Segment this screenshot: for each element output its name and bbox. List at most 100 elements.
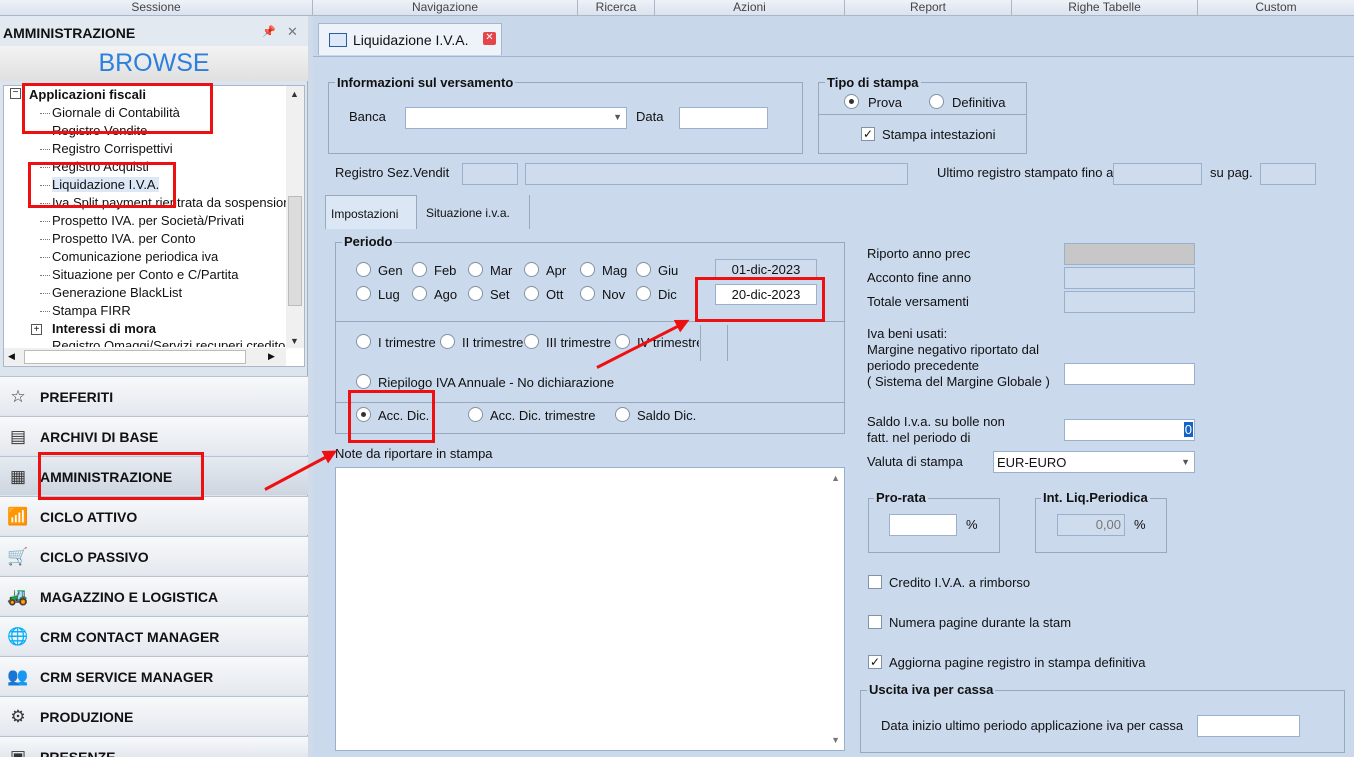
ultimo-registro-label: Ultimo registro stampato fino a [937,165,1113,180]
month-mar-radio[interactable] [468,262,483,277]
module-presenze[interactable]: ▣ PRESENZE [0,736,308,757]
module-crm-service[interactable]: 👥 CRM SERVICE MANAGER [0,656,308,695]
acc-label: Saldo Dic. [637,408,697,423]
cart-icon: 🛒 [7,547,29,566]
module-preferiti[interactable]: ☆ PREFERITI [0,376,308,415]
month-mag-radio[interactable] [580,262,595,277]
month-nov-radio[interactable] [580,286,595,301]
month-dic-radio[interactable] [636,286,651,301]
prova-label: Prova [868,95,902,110]
menu-navigazione[interactable]: Navigazione [313,0,578,16]
acc-dic-trimestre-radio[interactable] [468,407,483,422]
tree-connector [40,239,50,240]
prorata-input[interactable] [889,514,957,536]
month-ago-radio[interactable] [412,286,427,301]
close-icon[interactable]: ✕ [287,24,298,40]
menu-sessione[interactable]: Sessione [0,0,313,16]
module-produzione[interactable]: ⚙ PRODUZIONE [0,696,308,735]
prova-radio[interactable] [844,94,859,109]
document-tab[interactable]: Liquidazione I.V.A. ✕ [318,23,502,55]
subtab-label: Impostazioni [331,207,399,221]
trimestre-3-radio[interactable] [524,334,539,349]
trimestre-4-radio[interactable] [615,334,630,349]
month-label: Dic [658,287,677,302]
pin-icon[interactable]: 📌 [262,25,276,38]
module-archivi[interactable]: ▤ ARCHIVI DI BASE [0,416,308,455]
menu-righe-tabelle[interactable]: Righe Tabelle [1012,0,1198,16]
trimestre-2-radio[interactable] [440,334,455,349]
scroll-down-icon[interactable]: ▼ [290,336,299,346]
scroll-up-icon[interactable]: ▲ [831,473,840,483]
divider [700,325,728,361]
tree-item-partial[interactable]: Registro Omaggi/Servizi recuperi credito [52,338,285,347]
month-set-radio[interactable] [468,286,483,301]
intestazioni-checkbox[interactable]: ✓ [861,127,875,141]
menu-custom[interactable]: Custom [1198,0,1354,16]
riepilogo-radio[interactable] [356,374,371,389]
month-lug-radio[interactable] [356,286,371,301]
uscita-input[interactable] [1197,715,1300,737]
tree-horizontal-scrollbar[interactable]: ◀ ▶ [4,348,286,366]
module-magazzino[interactable]: 🚜 MAGAZZINO E LOGISTICA [0,576,308,615]
aggiorna-checkbox[interactable]: ✓ [868,655,882,669]
scroll-right-icon[interactable]: ▶ [268,351,275,362]
menu-ricerca[interactable]: Ricerca [578,0,655,16]
saldo-line-1: Saldo I.v.a. su bolle non [867,414,1005,429]
menu-report[interactable]: Report [845,0,1012,16]
definitiva-label: Definitiva [952,95,1006,110]
form-content: Informazioni sul versamento Banca ▼ Data… [313,56,1354,757]
month-gen-radio[interactable] [356,262,371,277]
calculator-icon: ▦ [9,467,27,486]
annotation-box [28,162,176,208]
subtab-impostazioni[interactable]: Impostazioni [325,195,417,229]
tree-item-situazione[interactable]: Situazione per Conto e C/Partita [52,267,238,282]
month-apr-radio[interactable] [524,262,539,277]
month-feb-radio[interactable] [412,262,427,277]
trimestre-label: II trimestre [462,335,524,350]
numera-checkbox[interactable] [868,615,882,629]
numera-label: Numera pagine durante la stam [889,615,1072,630]
month-label: Mag [602,263,628,278]
tree-item-prospetto-societa[interactable]: Prospetto IVA. per Società/Privati [52,213,244,228]
module-ciclo-attivo[interactable]: 📶 CICLO ATTIVO [0,496,308,535]
beni-line-1: Iva beni usati: [867,326,948,341]
margine-input[interactable] [1064,363,1195,385]
module-label: CRM CONTACT MANAGER [40,629,220,645]
tree-root-interessi[interactable]: Interessi di mora [52,321,156,336]
month-label: Feb [434,263,457,278]
hscroll-thumb[interactable] [24,350,246,364]
tree-item-stampa-firr[interactable]: Stampa FIRR [52,303,131,318]
scroll-left-icon[interactable]: ◀ [8,351,15,362]
tab-close-icon[interactable]: ✕ [483,32,496,45]
saldo-input[interactable]: 0 [1064,419,1195,441]
scroll-thumb[interactable] [288,196,302,306]
gear-icon: ⚙ [10,707,26,726]
note-textarea[interactable]: ▲ ▼ [335,467,845,751]
tree-item-prospetto-conto[interactable]: Prospetto IVA. per Conto [52,231,196,246]
acconto-label: Acconto fine anno [867,270,972,285]
tree-vertical-scrollbar[interactable]: ▲ ▼ [286,86,304,348]
module-ciclo-passivo[interactable]: 🛒 CICLO PASSIVO [0,536,308,575]
month-giu-radio[interactable] [636,262,651,277]
valuta-select[interactable]: EUR-EURO ▼ [993,451,1195,473]
ultimo-registro-input [1113,163,1202,185]
tree-item-comunicazione[interactable]: Comunicazione periodica iva [52,249,218,264]
definitiva-radio[interactable] [929,94,944,109]
banca-select[interactable]: ▼ [405,107,627,129]
menu-azioni[interactable]: Azioni [655,0,845,16]
tree-item-registro-corrispettivi[interactable]: Registro Corrispettivi [52,141,173,156]
saldo-dic-radio[interactable] [615,407,630,422]
expand-icon[interactable]: + [31,324,42,335]
data-input[interactable] [679,107,768,129]
scroll-up-icon[interactable]: ▲ [290,89,299,99]
tree-item-blacklist[interactable]: Generazione BlackList [52,285,182,300]
collapse-icon[interactable]: − [10,88,21,99]
module-label: CICLO ATTIVO [40,509,138,525]
subtab-situazione[interactable]: Situazione i.v.a. [418,195,530,229]
month-ott-radio[interactable] [524,286,539,301]
trimestre-1-radio[interactable] [356,334,371,349]
scroll-down-icon[interactable]: ▼ [831,735,840,745]
credito-checkbox[interactable] [868,575,882,589]
module-label: PREFERITI [40,389,114,405]
module-crm-contact[interactable]: 🌐 CRM CONTACT MANAGER [0,616,308,655]
